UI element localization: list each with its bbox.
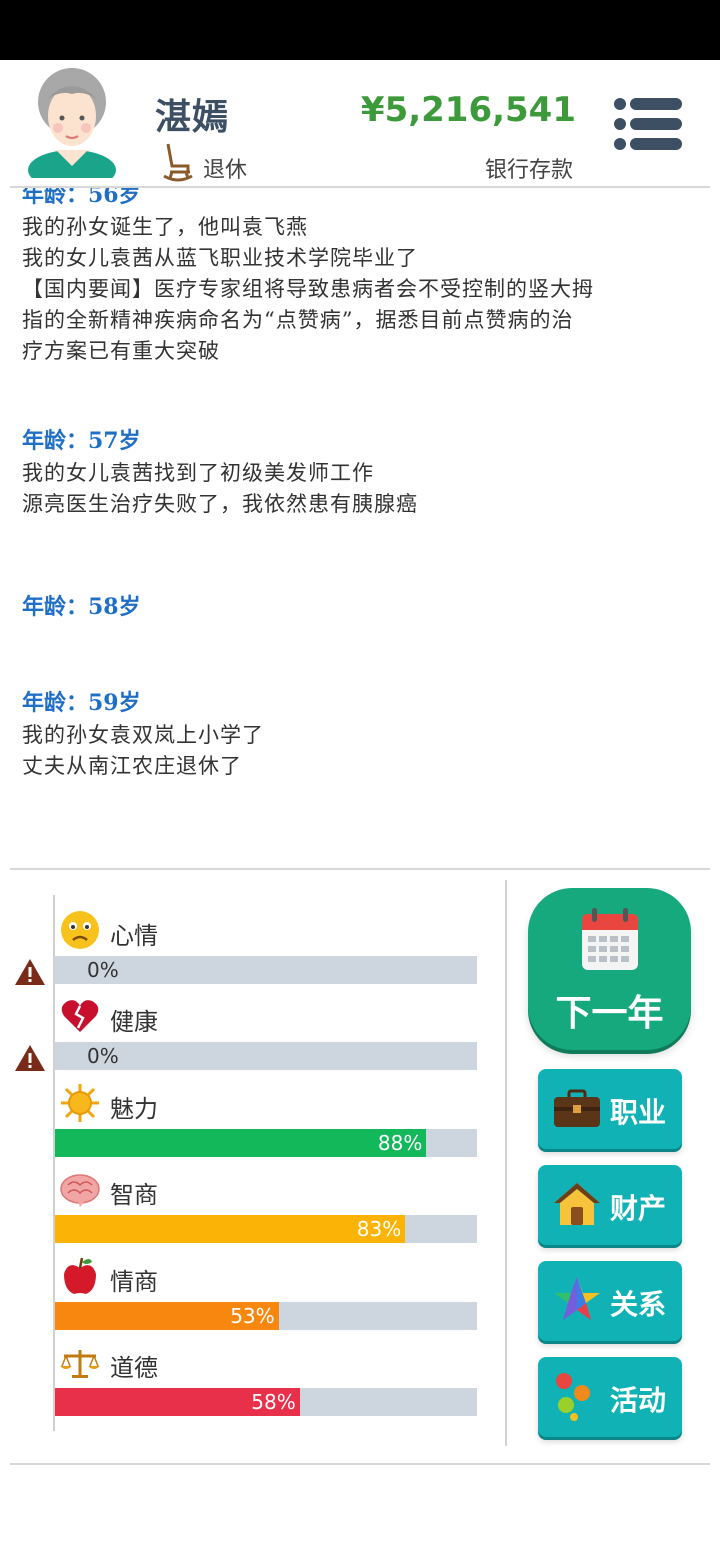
status-bar: [0, 0, 720, 60]
bottom-divider: [10, 1463, 710, 1465]
log-age: 年龄：56岁: [22, 188, 141, 208]
bank-balance: ¥5,216,541: [360, 90, 576, 130]
property-label: 财产: [610, 1192, 667, 1225]
log-entry: 年龄：56岁 我的孙女诞生了，他叫袁飞燕 我的女儿袁茜从蓝飞职业技术学院毕业了 …: [22, 188, 702, 424]
stat-health: 健康 0%: [0, 996, 500, 1082]
career-button[interactable]: 职业: [538, 1069, 682, 1149]
log-age: 年龄：59岁: [22, 690, 141, 716]
log-divider: [10, 868, 710, 870]
log-line: 源亮医生治疗失败了，我依然患有胰腺癌: [22, 492, 418, 516]
life-log[interactable]: 年龄：56岁 我的孙女诞生了，他叫袁飞燕 我的女儿袁茜从蓝飞职业技术学院毕业了 …: [0, 188, 720, 868]
career-label: 职业: [610, 1096, 667, 1129]
brain-icon: [60, 1169, 102, 1209]
menu-icon[interactable]: [612, 96, 684, 152]
calendar-icon: [580, 906, 640, 972]
stat-name: 智商: [110, 1181, 158, 1209]
stat-name: 情商: [110, 1268, 158, 1296]
stat-eq: 情商 53%: [0, 1256, 500, 1342]
stat-iq: 智商 83%: [0, 1169, 500, 1255]
stat-name: 健康: [110, 1008, 158, 1036]
stat-morality: 道德 58%: [0, 1342, 500, 1428]
stat-bar: 0%: [55, 956, 477, 984]
stat-bar: 0%: [55, 1042, 477, 1070]
job-status: 退休: [203, 158, 248, 183]
log-age: 年龄：58岁: [22, 594, 141, 620]
warning-icon: [14, 1044, 46, 1072]
stat-name: 魅力: [110, 1095, 158, 1123]
sun-icon: [60, 1083, 102, 1123]
stat-value: 58%: [251, 1390, 296, 1414]
scales-icon: [60, 1342, 102, 1382]
stat-bar: 88%: [55, 1129, 477, 1157]
stat-value: 88%: [377, 1131, 423, 1155]
warning-icon: [14, 958, 46, 986]
log-entry: 年龄：59岁 我的孙女袁双岚上小学了 丈夫从南江农庄退休了: [22, 686, 702, 782]
broken-heart-icon: [60, 996, 102, 1036]
stat-name: 道德: [110, 1354, 158, 1382]
activities-label: 活动: [610, 1384, 667, 1417]
stat-mood: 心情 0%: [0, 910, 500, 996]
activities-button[interactable]: 活动: [538, 1357, 682, 1437]
log-line: 丈夫从南江农庄退休了: [22, 754, 242, 778]
stat-value: 0%: [87, 958, 119, 982]
stat-charm: 魅力 88%: [0, 1083, 500, 1169]
stat-bar: 53%: [55, 1302, 477, 1330]
header: 湛嫣 退休 ¥5,216,541 银行存款: [0, 60, 720, 190]
stat-bar-fill: 83%: [55, 1215, 406, 1243]
player-name: 湛嫣: [155, 97, 230, 138]
next-year-button[interactable]: 下一年: [528, 888, 691, 1050]
log-line: 疗方案已有重大突破: [22, 339, 220, 363]
panel-divider: [505, 880, 507, 1446]
briefcase-icon: [552, 1083, 602, 1133]
log-entry: 年龄：58岁: [22, 590, 702, 686]
house-icon: [552, 1179, 602, 1229]
stat-bar-fill: 88%: [55, 1129, 427, 1157]
star-icon: [552, 1275, 602, 1325]
sad-face-icon: [60, 910, 102, 950]
life-log-content: 年龄：56岁 我的孙女诞生了，他叫袁飞燕 我的女儿袁茜从蓝飞职业技术学院毕业了 …: [22, 188, 702, 782]
log-line: 我的孙女诞生了，他叫袁飞燕: [22, 215, 308, 239]
bank-balance-label: 银行存款: [485, 158, 574, 183]
stat-bar-fill: 53%: [55, 1302, 279, 1330]
log-line: 我的女儿袁茜找到了初级美发师工作: [22, 461, 374, 485]
log-age: 年龄：57岁: [22, 428, 141, 454]
stat-value: 53%: [230, 1304, 275, 1328]
relations-button[interactable]: 关系: [538, 1261, 682, 1341]
stat-value: 0%: [87, 1044, 119, 1068]
stat-bar: 58%: [55, 1388, 477, 1416]
relations-label: 关系: [610, 1288, 667, 1321]
property-button[interactable]: 财产: [538, 1165, 682, 1245]
stat-name: 心情: [110, 922, 158, 950]
stat-bar-fill: 58%: [55, 1388, 300, 1416]
log-line: 我的孙女袁双岚上小学了: [22, 723, 264, 747]
stat-value: 83%: [356, 1217, 402, 1241]
apple-icon: [60, 1256, 102, 1296]
stat-bar: 83%: [55, 1215, 477, 1243]
log-line: 【国内要闻】医疗专家组将导致患病者会不受控制的竖大拇: [22, 277, 594, 301]
activities-icon: [552, 1371, 602, 1421]
rocking-chair-icon: [160, 142, 194, 182]
log-entry: 年龄：57岁 我的女儿袁茜找到了初级美发师工作 源亮医生治疗失败了，我依然患有胰…: [22, 424, 702, 590]
avatar[interactable]: [26, 66, 118, 190]
log-line: 指的全新精神疾病命名为“点赞病”，据悉目前点赞病的治: [22, 308, 574, 332]
log-line: 我的女儿袁茜从蓝飞职业技术学院毕业了: [22, 246, 418, 270]
next-year-label: 下一年: [555, 993, 664, 1034]
